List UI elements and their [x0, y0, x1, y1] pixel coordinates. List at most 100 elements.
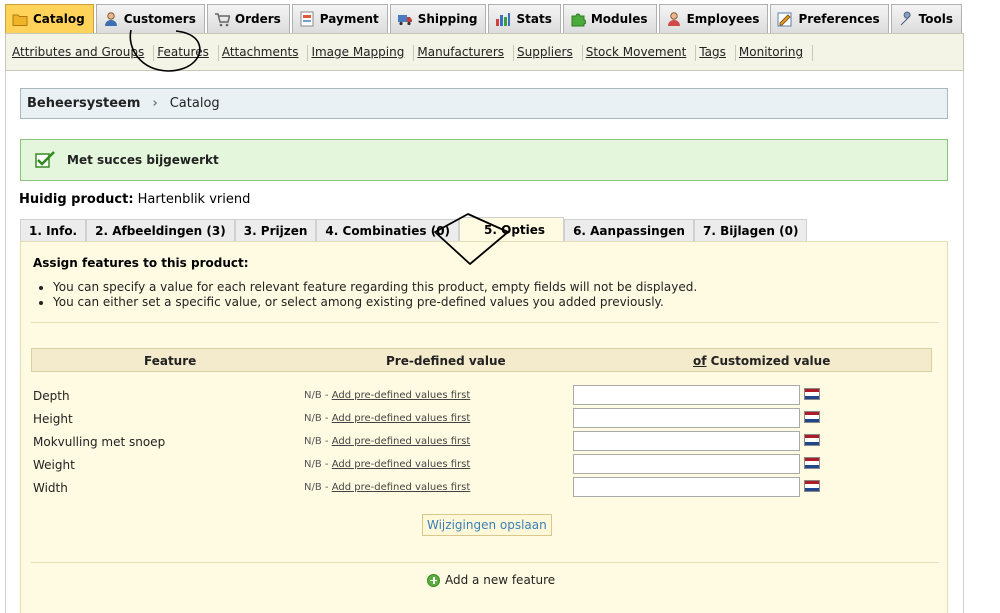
feature-name: Depth: [33, 389, 70, 403]
current-product-name: Hartenblik vriend: [137, 192, 251, 207]
save-changes-button[interactable]: Wijzigingen opslaan: [422, 514, 552, 536]
na-prefix: N/B -: [304, 436, 332, 447]
user-icon: [103, 11, 119, 27]
features-panel: Assign features to this product: You can…: [20, 241, 948, 613]
product-tab-bar: 1. Info. 2. Afbeeldingen (3) 3. Prijzen …: [20, 217, 808, 241]
na-prefix: N/B -: [304, 413, 332, 424]
tab-label: Preferences: [798, 12, 880, 26]
dutch-flag-icon[interactable]: [804, 457, 820, 469]
add-predefined-link[interactable]: Add pre-defined values first: [332, 390, 471, 401]
tab-preferences[interactable]: Preferences: [770, 4, 889, 33]
tab-prices[interactable]: 3. Prijzen: [234, 219, 317, 241]
predefined-value: N/B - Add pre-defined values first: [304, 482, 470, 493]
feature-name: Width: [33, 481, 68, 495]
subnav-suppliers[interactable]: Suppliers: [517, 45, 583, 61]
tab-employees[interactable]: Employees: [658, 4, 769, 33]
tab-options[interactable]: 5. Opties: [459, 217, 565, 241]
add-predefined-link[interactable]: Add pre-defined values first: [332, 482, 471, 493]
subnav-attributes-and-groups[interactable]: Attributes and Groups: [12, 45, 155, 61]
subnav-manufacturers[interactable]: Manufacturers: [417, 45, 514, 61]
puzzle-icon: [570, 11, 587, 27]
add-predefined-link[interactable]: Add pre-defined values first: [332, 459, 471, 470]
dutch-flag-icon[interactable]: [804, 411, 820, 423]
feature-name: Height: [33, 412, 73, 426]
tab-images[interactable]: 2. Afbeeldingen (3): [86, 219, 235, 241]
add-predefined-link[interactable]: Add pre-defined values first: [332, 413, 471, 424]
feature-row-mokvulling: Mokvulling met snoep N/B - Add pre-defin…: [33, 431, 933, 454]
payment-icon: [299, 11, 315, 27]
success-message-box: Met succes bijgewerkt: [20, 139, 948, 181]
add-predefined-link[interactable]: Add pre-defined values first: [332, 436, 471, 447]
feature-row-weight: Weight N/B - Add pre-defined values firs…: [33, 454, 933, 477]
dutch-flag-icon[interactable]: [804, 388, 820, 400]
tab-info[interactable]: 1. Info.: [20, 219, 87, 241]
current-product-label: Huidig product:: [19, 192, 134, 207]
tab-orders[interactable]: Orders: [206, 4, 290, 33]
tab-label: Customers: [123, 12, 196, 26]
divider: [31, 322, 939, 323]
tab-shipping[interactable]: Shipping: [389, 4, 487, 33]
truck-icon: [397, 11, 413, 27]
column-predefined: Pre-defined value: [386, 354, 506, 368]
tab-label: Payment: [319, 12, 379, 26]
tab-stats[interactable]: Stats: [488, 4, 561, 33]
breadcrumb-current: Catalog: [169, 96, 220, 111]
tab-label: Orders: [234, 12, 281, 26]
tab-modules[interactable]: Modules: [562, 4, 657, 33]
custom-value-input-depth[interactable]: [573, 385, 800, 405]
na-prefix: N/B -: [304, 390, 332, 401]
predefined-value: N/B - Add pre-defined values first: [304, 459, 470, 470]
subnav-monitoring[interactable]: Monitoring: [739, 45, 814, 61]
tab-label: Catalog: [33, 12, 85, 26]
feature-row-width: Width N/B - Add pre-defined values first: [33, 477, 933, 500]
tab-label: Modules: [590, 12, 648, 26]
predefined-value: N/B - Add pre-defined values first: [304, 390, 470, 401]
subnav-attachments[interactable]: Attachments: [222, 45, 309, 61]
chart-icon: [495, 11, 511, 27]
help-item: You can specify a value for each relevan…: [53, 280, 697, 295]
feature-row-depth: Depth N/B - Add pre-defined values first: [33, 385, 933, 408]
folder-icon: [12, 11, 28, 27]
add-new-feature-label: Add a new feature: [445, 573, 556, 587]
custom-value-input-mokvulling[interactable]: [573, 431, 800, 451]
na-prefix: N/B -: [304, 482, 332, 493]
employee-icon: [666, 11, 682, 27]
current-product: Huidig product: Hartenblik vriend: [19, 192, 250, 207]
checkmark-icon: [35, 151, 57, 169]
custom-value-input-height[interactable]: [573, 408, 800, 428]
subnav-stock-movement[interactable]: Stock Movement: [586, 45, 696, 61]
column-custom-prefix: of: [693, 354, 707, 368]
add-new-feature-link[interactable]: Add a new feature: [427, 573, 555, 587]
subnav-tags[interactable]: Tags: [699, 45, 736, 61]
custom-value-input-width[interactable]: [573, 477, 800, 497]
tab-customizations[interactable]: 6. Aanpassingen: [564, 219, 694, 241]
tab-payment[interactable]: Payment: [291, 4, 388, 33]
breadcrumb-chevron-icon: ›: [152, 96, 158, 111]
tab-label: Employees: [686, 12, 760, 26]
tab-combinations[interactable]: 4. Combinaties (0): [316, 219, 460, 241]
top-tab-bar: Catalog Customers Orders Payment Shippin…: [5, 4, 964, 33]
tab-customers[interactable]: Customers: [95, 4, 205, 33]
subnav-features[interactable]: Features: [157, 45, 219, 61]
catalog-subnav: Attributes and Groups Features Attachmen…: [5, 33, 964, 71]
dutch-flag-icon[interactable]: [804, 480, 820, 492]
preferences-icon: [777, 11, 793, 27]
tab-tools[interactable]: Tools: [890, 4, 963, 33]
breadcrumb: Beheersysteem › Catalog: [20, 88, 948, 119]
predefined-value: N/B - Add pre-defined values first: [304, 413, 470, 424]
breadcrumb-root[interactable]: Beheersysteem: [27, 96, 140, 111]
success-text: Met succes bijgewerkt: [67, 153, 219, 167]
dutch-flag-icon[interactable]: [804, 434, 820, 446]
column-feature: Feature: [144, 354, 197, 368]
feature-name: Weight: [33, 458, 75, 472]
feature-row-height: Height N/B - Add pre-defined values firs…: [33, 408, 933, 431]
wrench-icon: [898, 11, 914, 27]
predefined-value: N/B - Add pre-defined values first: [304, 436, 470, 447]
column-custom-label: Customized value: [710, 354, 831, 368]
subnav-image-mapping[interactable]: Image Mapping: [311, 45, 415, 61]
tab-catalog[interactable]: Catalog: [5, 4, 94, 33]
cart-icon: [214, 11, 231, 27]
custom-value-input-weight[interactable]: [573, 454, 800, 474]
tab-attachments[interactable]: 7. Bijlagen (0): [693, 219, 808, 241]
help-list: You can specify a value for each relevan…: [53, 280, 697, 310]
